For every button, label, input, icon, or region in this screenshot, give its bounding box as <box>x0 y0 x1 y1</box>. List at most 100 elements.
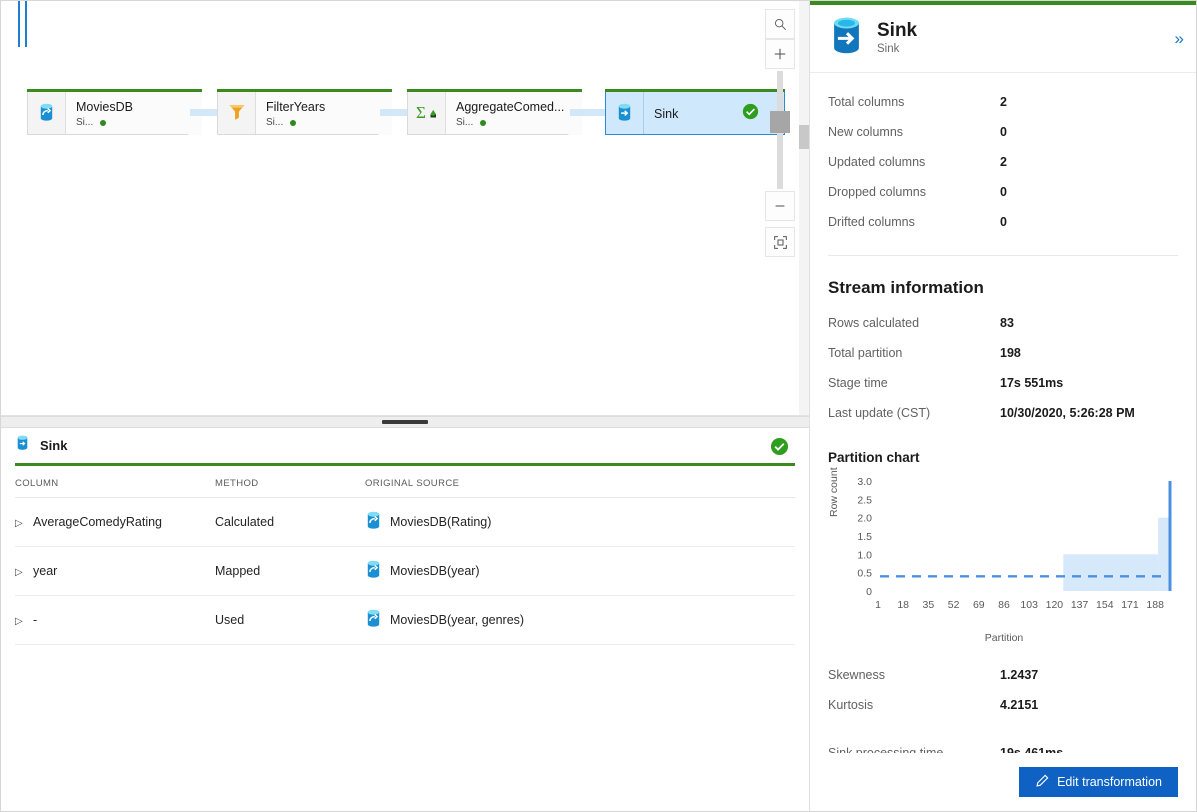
stream-stat-value: 198 <box>1000 346 1021 360</box>
stream-stat-row: Last update (CST) 10/30/2020, 5:26:28 PM <box>828 398 1178 428</box>
search-icon[interactable] <box>765 9 795 39</box>
chart-y-tick: 1.0 <box>857 549 872 561</box>
row-expander-icon[interactable]: ▷ <box>15 616 33 627</box>
cell-source-text: MoviesDB(year, genres) <box>390 613 525 627</box>
table-row[interactable]: ▷ - Used MoviesDB(year, genres) <box>15 595 795 645</box>
cell-source-text: MoviesDB(year) <box>390 564 480 578</box>
node-body: MoviesDB Si... <box>66 95 201 130</box>
distribution-stat-row: Skewness 1.2437 <box>828 660 1178 690</box>
chart-y-tick: 3.0 <box>857 476 872 488</box>
cell-method: Calculated <box>215 497 365 547</box>
column-stat-label: Drifted columns <box>828 215 915 229</box>
stream-stat-row: Rows calculated 83 <box>828 308 1178 338</box>
chart-x-tick: 188 <box>1146 599 1164 611</box>
zoom-in-icon[interactable] <box>765 39 795 69</box>
stream-stat-label: Last update (CST) <box>828 406 931 420</box>
row-expander-icon[interactable]: ▷ <box>15 567 33 578</box>
zoom-slider-thumb[interactable] <box>770 111 790 133</box>
fit-to-screen-icon[interactable] <box>765 227 795 257</box>
chart-x-tick: 120 <box>1046 599 1064 611</box>
node-body: AggregateComed... Si... <box>446 95 581 130</box>
column-stat-label: Dropped columns <box>828 185 926 199</box>
chart-x-axis-label: Partition <box>984 632 1024 644</box>
column-stat-value: 2 <box>1000 95 1007 109</box>
node-status-badge <box>742 103 759 125</box>
chart-y-tick: 2.0 <box>857 513 872 525</box>
cell-column-text: year <box>33 564 58 578</box>
processing-stat-label: Sink processing time <box>828 746 944 753</box>
divider <box>828 255 1178 256</box>
partition-chart-title: Partition chart <box>828 450 920 465</box>
pane-splitter[interactable] <box>1 416 809 428</box>
splitter-grip[interactable] <box>382 420 428 424</box>
node-accent-bar <box>27 89 202 92</box>
table-header-row: COLUMN METHOD ORIGINAL SOURCE <box>15 466 795 498</box>
node-accent-bar <box>605 89 785 92</box>
column-stat-value: 0 <box>1000 215 1007 229</box>
status-badge <box>770 437 789 461</box>
table-row[interactable]: ▷ year Mapped MoviesDB(year) <box>15 546 795 596</box>
filter-funnel-icon <box>218 90 256 134</box>
stream-stats-list: Rows calculated 83 Total partition 198 Stage… <box>828 308 1178 428</box>
cell-method-text: Calculated <box>215 515 275 529</box>
cell-column: ▷ - <box>15 595 215 645</box>
chart-bar <box>1158 517 1169 591</box>
cell-method-text: Used <box>215 613 245 627</box>
chart-y-tick: 2.5 <box>857 494 872 506</box>
data-flow-canvas[interactable]: MoviesDB Si... FilterYears Si... Σ AggregateC… <box>1 1 809 416</box>
distribution-stat-row: Kurtosis 4.2151 <box>828 690 1178 720</box>
distribution-stats-list: Skewness 1.2437 Kurtosis 4.2151 <box>828 660 1178 720</box>
node-name: AggregateComed... <box>456 99 565 114</box>
column-stat-row: Dropped columns 0 <box>828 177 1178 207</box>
node-status-dot <box>480 120 486 126</box>
cell-original-source: MoviesDB(year) <box>365 546 795 596</box>
chart-y-tick: 0.5 <box>857 568 872 580</box>
graph-node-aggregate[interactable]: Σ AggregateComed... Si... <box>407 89 582 135</box>
cell-method-text: Mapped <box>215 564 261 578</box>
panel-footer: Edit transformation <box>810 753 1196 811</box>
processing-stat-value: 19s 461ms <box>1000 746 1064 753</box>
chart-bar <box>1168 481 1172 591</box>
chart-y-axis-label: Row count <box>828 467 840 517</box>
sink-database-icon <box>828 16 865 61</box>
edit-transformation-label: Edit transformation <box>1057 775 1162 789</box>
connector-line <box>570 109 609 116</box>
row-expander-icon[interactable]: ▷ <box>15 518 33 529</box>
node-subtitle: Si... <box>456 116 573 130</box>
canvas-scrollbar-thumb[interactable] <box>799 125 809 149</box>
node-name: MoviesDB <box>76 99 133 114</box>
cell-column-text: AverageComedyRating <box>33 515 163 529</box>
chart-x-tick: 86 <box>998 599 1010 611</box>
source-database-icon <box>28 90 66 134</box>
data-flow-debug-window: MoviesDB Si... FilterYears Si... Σ AggregateC… <box>0 0 1197 812</box>
table-row[interactable]: ▷ AverageComedyRating Calculated MoviesDB(R… <box>15 497 795 547</box>
cell-method: Used <box>215 595 365 645</box>
node-shape: Σ AggregateComed... Si... <box>407 89 582 135</box>
cell-column: ▷ AverageComedyRating <box>15 497 215 547</box>
canvas-vertical-scrollbar[interactable] <box>799 1 809 415</box>
collapse-panel-button[interactable]: » <box>1175 29 1184 49</box>
cell-source-text: MoviesDB(Rating) <box>390 515 492 529</box>
graph-node-sink[interactable]: Sink <box>605 89 785 135</box>
canvas-zoom-toolbar[interactable] <box>765 9 795 257</box>
sink-database-icon <box>606 90 644 134</box>
chart-x-tick: 35 <box>923 599 935 611</box>
inspect-pane: Sink COLUMN METHOD ORIGINAL SOURCE ▷ Aver… <box>1 428 809 811</box>
edit-transformation-button[interactable]: Edit transformation <box>1019 767 1178 797</box>
zoom-slider[interactable] <box>770 71 790 189</box>
stream-stat-label: Stage time <box>828 376 888 390</box>
column-stat-label: Total columns <box>828 95 905 109</box>
graph-node-filteryears[interactable]: FilterYears Si... <box>217 89 392 135</box>
source-database-icon <box>365 560 382 582</box>
node-subtitle-text: Si... <box>456 116 474 128</box>
distribution-stat-value: 1.2437 <box>1000 668 1039 682</box>
zoom-out-icon[interactable] <box>765 191 795 221</box>
details-panel: Sink Sink » Total columns 2 New columns 0 Up… <box>809 1 1196 811</box>
node-name: FilterYears <box>266 99 326 114</box>
column-stat-row: New columns 0 <box>828 117 1178 147</box>
graph-node-moviesdb[interactable]: MoviesDB Si... <box>27 89 202 135</box>
node-status-dot <box>290 120 296 126</box>
panel-header: Sink Sink » <box>810 5 1196 73</box>
node-body: FilterYears Si... <box>256 95 391 130</box>
column-stat-value: 0 <box>1000 185 1007 199</box>
